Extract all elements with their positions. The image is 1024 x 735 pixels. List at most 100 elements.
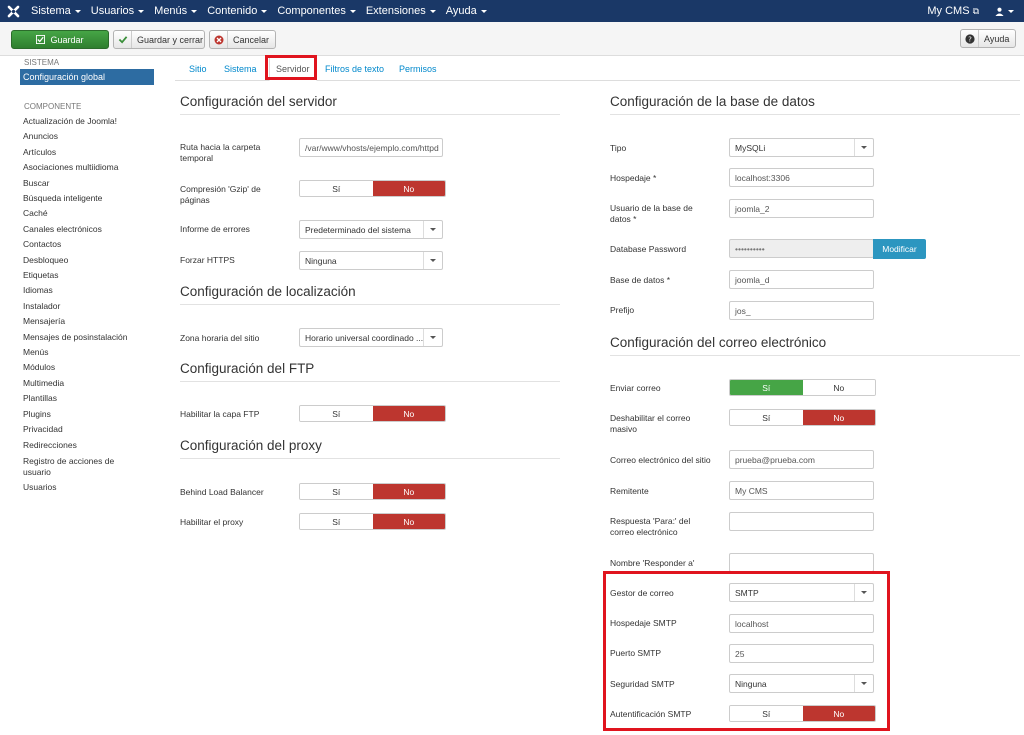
caret-down-icon bbox=[1008, 9, 1014, 13]
locale-section-title: Configuración de localización bbox=[180, 284, 356, 299]
tmp-path-input[interactable]: /var/www/vhosts/ejemplo.com/httpd bbox=[299, 138, 443, 157]
ftp-enable-toggle[interactable]: Sí No bbox=[299, 405, 446, 422]
tab-servidor[interactable]: Servidor bbox=[269, 56, 317, 81]
toggle-yes[interactable]: Sí bbox=[300, 181, 373, 196]
timezone-select[interactable]: Horario universal coordinado ... bbox=[299, 328, 443, 347]
gzip-toggle[interactable]: Sí No bbox=[299, 180, 446, 197]
reply-name-input[interactable] bbox=[729, 553, 874, 572]
divider bbox=[610, 355, 1020, 356]
tab-permisos[interactable]: Permisos bbox=[399, 56, 437, 81]
top-navbar: Sistema Usuarios Menús Contenido Compone… bbox=[0, 0, 1024, 22]
sidebar-item[interactable]: Asociaciones multiidioma bbox=[23, 162, 153, 173]
menu-contenido[interactable]: Contenido bbox=[202, 0, 272, 22]
error-reporting-select[interactable]: Predeterminado del sistema bbox=[299, 220, 443, 239]
toggle-yes[interactable]: Sí bbox=[300, 484, 373, 499]
sidebar-item[interactable]: Registro de acciones de usuario bbox=[23, 456, 123, 478]
toggle-yes[interactable]: Sí bbox=[730, 410, 803, 425]
sidebar-item[interactable]: Buscar bbox=[23, 178, 153, 189]
sidebar-item[interactable]: Caché bbox=[23, 208, 153, 219]
db-host-input[interactable]: localhost:3306 bbox=[729, 168, 874, 187]
tab-sistema[interactable]: Sistema bbox=[224, 56, 257, 81]
db-host-label: Hospedaje * bbox=[610, 173, 657, 183]
menu-componentes[interactable]: Componentes bbox=[272, 0, 361, 22]
caret-down-icon bbox=[191, 9, 198, 13]
chevron-down-icon bbox=[854, 584, 873, 601]
smtp-port-input[interactable]: 25 bbox=[729, 644, 874, 663]
toggle-no[interactable]: No bbox=[372, 484, 445, 499]
sidebar-item[interactable]: Multimedia bbox=[23, 378, 153, 389]
sidebar-item[interactable]: Instalador bbox=[23, 301, 153, 312]
force-https-select[interactable]: Ninguna bbox=[299, 251, 443, 270]
toolbar: Guardar Guardar y cerrar Cancelar ? Ayud… bbox=[0, 22, 1024, 56]
sidebar-item[interactable]: Mensajería bbox=[23, 316, 153, 327]
menu-menus[interactable]: Menús bbox=[149, 0, 202, 22]
menu-extensiones[interactable]: Extensiones bbox=[361, 0, 441, 22]
site-link[interactable]: My CMS ⧉ bbox=[919, 5, 987, 17]
db-name-input[interactable]: joomla_d bbox=[729, 270, 874, 289]
menu-sistema[interactable]: Sistema bbox=[26, 0, 86, 22]
sidebar-item[interactable]: Etiquetas bbox=[23, 270, 153, 281]
sidebar-item[interactable]: Desbloqueo bbox=[23, 255, 153, 266]
sidebar-item[interactable]: Redirecciones bbox=[23, 440, 153, 451]
joomla-logo-icon[interactable] bbox=[0, 0, 26, 22]
sidebar-item[interactable]: Contactos bbox=[23, 239, 153, 250]
sidebar-item[interactable]: Plugins bbox=[23, 409, 153, 420]
toggle-yes[interactable]: Sí bbox=[300, 514, 373, 529]
send-mail-toggle[interactable]: Sí No bbox=[729, 379, 876, 396]
from-name-input[interactable]: My CMS bbox=[729, 481, 874, 500]
chevron-down-icon bbox=[423, 329, 442, 346]
tab-filtros-texto[interactable]: Filtros de texto bbox=[325, 56, 384, 81]
sidebar-item[interactable]: Búsqueda inteligente bbox=[23, 193, 153, 204]
smtp-auth-toggle[interactable]: Sí No bbox=[729, 705, 876, 722]
toggle-yes[interactable]: Sí bbox=[730, 706, 803, 721]
load-balancer-label: Behind Load Balancer bbox=[180, 487, 264, 497]
db-prefix-input[interactable]: jos_ bbox=[729, 301, 874, 320]
cancel-button[interactable]: Cancelar bbox=[209, 30, 276, 49]
sidebar-item[interactable]: Plantillas bbox=[23, 393, 153, 404]
toggle-no[interactable]: No bbox=[372, 181, 445, 196]
sidebar-item-global-config[interactable]: Configuración global bbox=[20, 69, 154, 85]
save-close-button[interactable]: Guardar y cerrar bbox=[113, 30, 205, 49]
sidebar-item[interactable]: Idiomas bbox=[23, 285, 153, 296]
load-balancer-toggle[interactable]: Sí No bbox=[299, 483, 446, 500]
toggle-yes[interactable]: Sí bbox=[730, 380, 803, 395]
menu-usuarios[interactable]: Usuarios bbox=[86, 0, 149, 22]
mass-mail-toggle[interactable]: Sí No bbox=[729, 409, 876, 426]
site-email-input[interactable]: prueba@prueba.com bbox=[729, 450, 874, 469]
sidebar-item[interactable]: Mensajes de posinstalación bbox=[23, 332, 153, 343]
tab-sitio[interactable]: Sitio bbox=[189, 56, 207, 81]
smtp-security-select[interactable]: Ninguna bbox=[729, 674, 874, 693]
sidebar-item[interactable]: Actualización de Joomla! bbox=[23, 116, 153, 127]
sidebar-item[interactable]: Artículos bbox=[23, 147, 153, 158]
smtp-host-input[interactable]: localhost bbox=[729, 614, 874, 633]
sidebar-item[interactable]: Canales electrónicos bbox=[23, 224, 153, 235]
mailer-label: Gestor de correo bbox=[610, 588, 674, 598]
sidebar-item[interactable]: Módulos bbox=[23, 362, 153, 373]
main-menu: Sistema Usuarios Menús Contenido Compone… bbox=[26, 0, 492, 22]
reply-to-input[interactable] bbox=[729, 512, 874, 531]
mailer-select[interactable]: SMTP bbox=[729, 583, 874, 602]
user-menu[interactable] bbox=[987, 7, 1024, 16]
help-button[interactable]: ? Ayuda bbox=[960, 29, 1016, 48]
toggle-no[interactable]: No bbox=[372, 406, 445, 421]
question-icon: ? bbox=[961, 30, 979, 47]
proxy-enable-label: Habilitar el proxy bbox=[180, 517, 244, 527]
sidebar-item[interactable]: Privacidad bbox=[23, 424, 153, 435]
sidebar-item[interactable]: Menús bbox=[23, 347, 153, 358]
chevron-down-icon bbox=[854, 139, 873, 156]
menu-ayuda[interactable]: Ayuda bbox=[441, 0, 492, 22]
toggle-no[interactable]: No bbox=[802, 410, 875, 425]
save-button[interactable]: Guardar bbox=[11, 30, 109, 49]
sidebar-item[interactable]: Usuarios bbox=[23, 482, 153, 493]
toggle-yes[interactable]: Sí bbox=[300, 406, 373, 421]
toggle-no[interactable]: No bbox=[372, 514, 445, 529]
toggle-no[interactable]: No bbox=[802, 380, 875, 395]
modify-password-button[interactable]: Modificar bbox=[873, 239, 926, 259]
toggle-no[interactable]: No bbox=[802, 706, 875, 721]
send-mail-label: Enviar correo bbox=[610, 383, 661, 393]
proxy-enable-toggle[interactable]: Sí No bbox=[299, 513, 446, 530]
sidebar-item[interactable]: Anuncios bbox=[23, 131, 153, 142]
db-user-input[interactable]: joomla_2 bbox=[729, 199, 874, 218]
db-type-select[interactable]: MySQLi bbox=[729, 138, 874, 157]
smtp-port-label: Puerto SMTP bbox=[610, 648, 662, 658]
